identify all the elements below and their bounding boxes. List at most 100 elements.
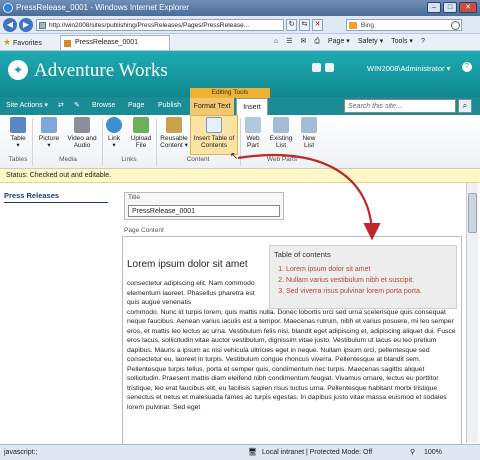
scrollbar-thumb[interactable] [468,193,477,233]
link-button[interactable]: Link ▾ [104,117,124,155]
header-icons [312,63,334,72]
group-web-parts: Web Parts [266,156,298,163]
picture-icon [41,117,57,133]
left-nav-divider [4,202,108,203]
zoom-icon: ⚲ [410,449,416,456]
page-content-editor[interactable]: Table of contents Lorem ipsum dolor sit … [122,236,462,448]
content-body: consectetur adipiscing elit. Nam commodo… [127,279,459,412]
left-nav-title[interactable]: Press Releases [4,191,59,200]
title-input[interactable]: PressRelease_0001 [128,205,280,217]
group-tables: Tables [8,156,28,163]
stop-icon[interactable]: ✕ [312,19,323,31]
site-search-icon[interactable]: ⌕ [458,99,472,113]
group-media: Media [59,156,77,163]
tag-icon[interactable] [312,63,321,72]
main-content: Title PressRelease_0001 Page Content Tab… [112,183,466,448]
body-paragraph-narrow: consectetur adipiscing elit. Nam commodo… [127,280,255,306]
window-title: PressRelease_0001 - Windows Internet Exp… [16,3,189,12]
site-brand: Adventure Works [34,60,168,81]
bing-icon [349,22,357,29]
tab-browse[interactable]: Browse [88,97,119,115]
video-audio-button[interactable]: Video and Audio [64,117,100,155]
toc-heading: Table of contents [274,250,331,259]
upload-file-button[interactable]: Upload File [128,117,154,155]
insert-toc-button[interactable]: Insert Table of Contents [190,117,238,155]
tab-page[interactable]: Page [124,97,148,115]
body-paragraph: commodo. Nunc id turpis lorem, quis matt… [127,308,456,411]
page-menu[interactable]: Page ▾ [328,34,350,50]
safety-menu[interactable]: Safety ▾ [358,34,383,50]
reusable-content-button[interactable]: Reusable Content ▾ [158,117,190,155]
tab-page-icon [64,40,71,47]
command-bar: ⌂ ☰ ✉ ⎙ Page ▾ Safety ▾ Tools ▾ ? [274,34,425,50]
refresh-icon[interactable]: ↻ [286,19,297,31]
forward-icon[interactable]: ▶ [19,18,33,32]
help-menu[interactable]: ? [421,34,425,50]
table-icon [10,117,26,133]
address-field[interactable]: http://win2008/sites/publishing/PressRel… [36,19,284,31]
edit-icon[interactable]: ✎ [70,97,84,115]
picture-button[interactable]: Picture ▾ [36,117,62,155]
toc-icon [206,117,222,133]
existing-list-button[interactable]: Existing List [268,117,294,155]
video-icon [74,117,90,133]
zone-icon: 🖥 [248,449,257,456]
scrollbar[interactable] [466,183,478,443]
logo-icon: ✦ [8,60,28,80]
reusable-icon [166,117,182,133]
tab-insert[interactable]: Insert [236,98,268,115]
status-bar: Status: Checked out and editable. [0,169,480,183]
tab-format-text[interactable]: Format Text [190,98,234,115]
window-title-bar: PressRelease_0001 - Windows Internet Exp… [0,0,480,16]
group-links: Links [121,156,137,163]
group-content: Content [186,156,210,163]
mouse-cursor-icon: ↖ [230,151,239,162]
tab-publish[interactable]: Publish [154,97,185,115]
new-list-icon [301,117,317,133]
title-field-box: Title PressRelease_0001 [124,192,284,220]
ribbon: Table ▾ Picture ▾ Video and Audio Link ▾ Upl… [0,115,480,169]
title-label: Title [128,194,141,201]
compat-icon[interactable]: ⇆ [299,19,310,31]
feeds-icon[interactable]: ☰ [286,34,292,50]
site-search-input[interactable]: Search this site... [344,99,456,113]
zoom-level[interactable]: 100% [424,445,442,460]
zone-text[interactable]: Local intranet | Protected Mode: Off [262,445,372,460]
ribbon-separator [156,118,157,166]
favorites-button[interactable]: ★ Favorites [3,34,42,52]
content-heading: Lorem ipsum dolor sit amet [127,259,248,270]
search-icon[interactable] [451,21,460,30]
left-nav: Press Releases [0,183,112,443]
webpart-icon [245,117,261,133]
search-field[interactable]: Bing [346,19,462,31]
ribbon-separator [32,118,33,166]
editing-tools-label: Editing Tools [190,88,270,98]
site-actions-menu[interactable]: Site Actions ▾ [2,97,52,115]
browser-tab[interactable]: PressRelease_0001 [60,35,170,50]
print-icon[interactable]: ⎙ [314,34,320,50]
toc-item[interactable]: Lorem ipsum dolor sit amet [286,264,422,275]
home-icon[interactable]: ⌂ [274,34,278,50]
close-button[interactable]: ✕ [459,2,477,13]
user-menu[interactable]: WIN2008\Administrator ▾ [367,64,450,73]
minimize-button[interactable]: – [427,2,441,13]
nav-icon[interactable]: ⇄ [54,97,68,115]
maximize-button[interactable]: □ [443,2,457,13]
web-part-button[interactable]: Web Part [242,117,264,155]
page-content-label: Page Content [124,227,164,234]
mail-icon[interactable]: ✉ [301,34,307,50]
favorites-bar: ★ Favorites PressRelease_0001 ⌂ ☰ ✉ ⎙ Pa… [0,34,480,51]
tools-menu[interactable]: Tools ▾ [391,34,413,50]
ribbon-separator [240,118,241,166]
upload-icon [133,117,149,133]
star-icon: ★ [3,37,12,47]
ie-icon [3,3,13,13]
existing-list-icon [273,117,289,133]
table-button[interactable]: Table ▾ [6,117,30,155]
back-icon[interactable]: ◀ [3,18,17,32]
status-left-text: javascript:; [4,449,38,456]
help-icon[interactable]: ? [462,62,472,72]
new-list-button[interactable]: New List [298,117,320,155]
link-icon [106,117,122,133]
notes-icon[interactable] [325,63,334,72]
